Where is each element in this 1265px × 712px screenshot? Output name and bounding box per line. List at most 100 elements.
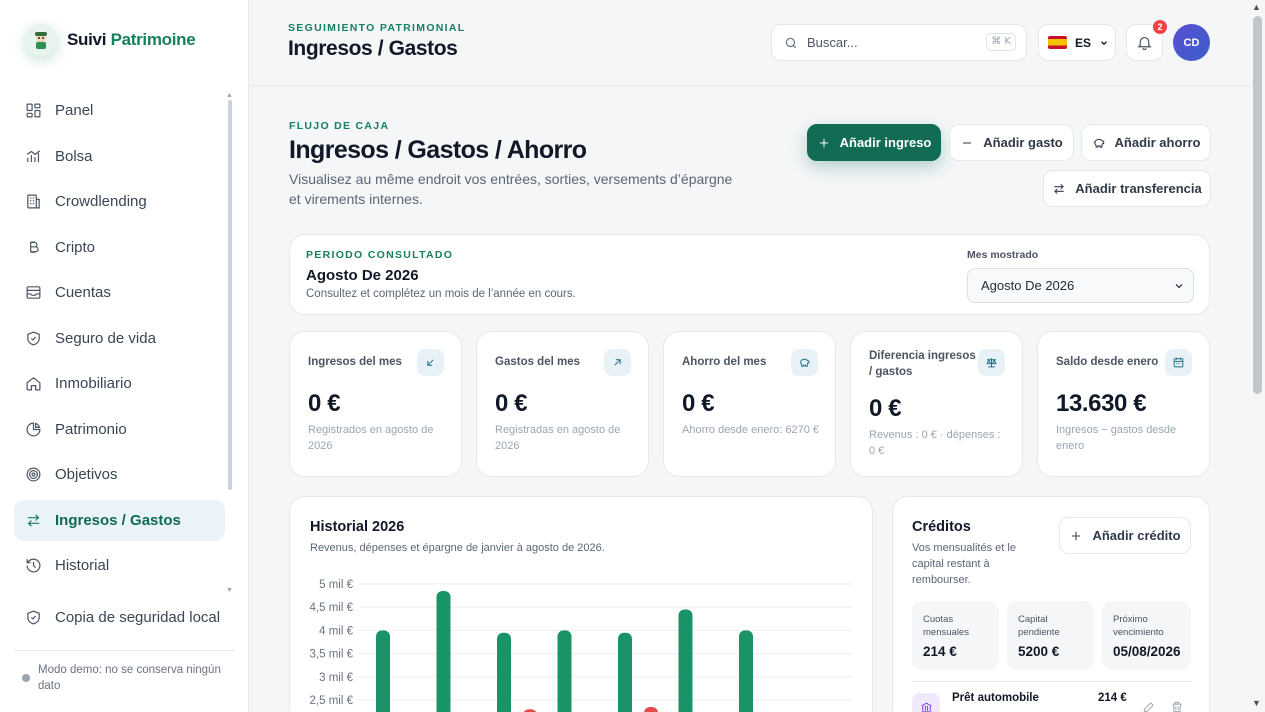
- sidebar-item-ingresos-gastos[interactable]: Ingresos / Gastos: [14, 499, 225, 541]
- add-saving-button[interactable]: Añadir ahorro: [1081, 124, 1211, 161]
- add-expense-button[interactable]: Añadir gasto: [949, 124, 1074, 161]
- bar-ingresos[interactable]: [678, 609, 693, 712]
- trash-icon[interactable]: [1170, 700, 1184, 712]
- period-card: PERIODO CONSULTADO Agosto De 2026 Consul…: [289, 234, 1210, 315]
- sidebar-item-inmobiliario[interactable]: Inmobiliario: [14, 363, 225, 404]
- kpi-value: 0 €: [495, 390, 528, 417]
- search-icon: [785, 37, 797, 48]
- sidebar: Suivi Patrimoine Panel Bolsa Crowdlendin…: [0, 0, 249, 712]
- sidebar-item-bolsa[interactable]: Bolsa: [14, 136, 225, 177]
- sidebar-item-patrimonio[interactable]: Patrimonio: [14, 409, 225, 450]
- sidebar-item-cripto[interactable]: Cripto: [14, 227, 225, 268]
- kpi-label: Ingresos del mes: [308, 356, 402, 368]
- notifications-button[interactable]: 2: [1126, 20, 1167, 61]
- edit-icon[interactable]: [1142, 700, 1156, 712]
- history-subtitle: Revenus, dépenses et épargne de janvier …: [310, 542, 605, 554]
- sidebar-scroll-up-icon[interactable]: ▲: [226, 92, 233, 99]
- chevron-down-icon: [1101, 40, 1107, 45]
- bar-ingresos[interactable]: [376, 630, 390, 712]
- bar-ingresos[interactable]: [739, 630, 753, 712]
- sidebar-item-seguro-de-vida[interactable]: Seguro de vida: [14, 318, 225, 359]
- month-select[interactable]: Agosto De 2026: [967, 268, 1194, 303]
- kpi-subtext: Revenus : 0 € · dépenses : 0 €: [869, 429, 1001, 457]
- bank-icon: [912, 693, 940, 712]
- language-code: ES: [1075, 35, 1092, 50]
- sidebar-scrollbar[interactable]: [228, 100, 232, 490]
- y-tick-label: 3,5 mil €: [310, 649, 354, 661]
- sidebar-item-label: Historial: [55, 557, 110, 574]
- top-header: SEGUIMIENTO PATRIMONIAL Ingresos / Gasto…: [249, 0, 1250, 86]
- kpi-card-difference: Diferencia ingresos / gastos 0 € Revenus…: [850, 331, 1023, 477]
- sidebar-item-historial[interactable]: Historial: [14, 545, 225, 586]
- scale-icon: [978, 349, 1005, 376]
- sidebar-item-cuentas[interactable]: Cuentas: [14, 272, 225, 313]
- sidebar-item-panel[interactable]: Panel: [14, 90, 225, 131]
- bar-ingresos[interactable]: [557, 630, 572, 712]
- kpi-value: 0 €: [308, 390, 341, 417]
- arrow-up-right-icon: [604, 349, 631, 376]
- divider: [912, 681, 1192, 682]
- kpi-card-expenses: Gastos del mes 0 € Registradas en agosto…: [476, 331, 649, 477]
- pie-chart-icon: [26, 422, 41, 436]
- kpi-value: 13.630 €: [1056, 390, 1147, 417]
- bar-ingresos[interactable]: [618, 632, 632, 712]
- sidebar-item-label: Cuentas: [55, 284, 111, 301]
- sidebar-item-backup[interactable]: Copia de seguridad local: [14, 597, 225, 638]
- bar-ingresos[interactable]: [436, 590, 451, 712]
- dashboard-icon: [26, 103, 41, 118]
- add-transfer-button[interactable]: Añadir transferencia: [1043, 170, 1211, 207]
- building-icon: [27, 194, 40, 209]
- kpi-card-savings: Ahorro del mes 0 € Ahorro desde enero: 6…: [663, 331, 836, 477]
- section-description: Visualisez au même endroit vos entrées, …: [289, 171, 733, 207]
- credit-stat-capital: Capital pendiente 5200 €: [1007, 601, 1094, 670]
- kpi-label: Diferencia ingresos / gastos: [869, 350, 976, 378]
- y-tick-label: 2,5 mil €: [310, 695, 354, 707]
- sidebar-item-label: Inmobiliario: [55, 375, 132, 392]
- history-card: Historial 2026 Revenus, dépenses et épar…: [289, 496, 873, 712]
- calendar-icon: [1165, 349, 1192, 376]
- shield-check-icon: [27, 610, 40, 625]
- sidebar-nav: Panel Bolsa Crowdlending Cripto Cuentas …: [14, 90, 225, 591]
- home-icon: [26, 377, 41, 391]
- kpi-card-balance: Saldo desde enero 13.630 € Ingresos − ga…: [1037, 331, 1210, 477]
- sidebar-item-label: Seguro de vida: [55, 329, 156, 347]
- month-select-label: Mes mostrado: [967, 249, 1039, 261]
- stat-label: Cuotas mensuales: [923, 614, 969, 638]
- search-input[interactable]: [807, 35, 977, 50]
- history-title: Historial 2026: [310, 519, 405, 535]
- language-selector[interactable]: ES: [1038, 24, 1116, 61]
- page-title: Ingresos / Gastos: [288, 37, 458, 60]
- sidebar-item-label: Bolsa: [55, 147, 93, 165]
- kpi-label: Gastos del mes: [495, 356, 581, 368]
- button-label: Añadir transferencia: [1075, 181, 1202, 196]
- transfer-arrows-icon: [1054, 183, 1065, 194]
- add-income-button[interactable]: Añadir ingreso: [807, 124, 941, 161]
- scroll-up-icon[interactable]: ▲: [1252, 2, 1261, 12]
- page-scrollbar-thumb[interactable]: [1253, 16, 1262, 394]
- bell-icon: [1137, 36, 1152, 51]
- add-credit-button[interactable]: Añadir crédito: [1059, 517, 1191, 554]
- transfer-arrows-icon: [27, 513, 40, 527]
- brand[interactable]: Suivi Patrimoine: [25, 24, 196, 56]
- kpi-label: Saldo desde enero: [1056, 356, 1159, 368]
- keyboard-shortcut: ⌘ K: [986, 33, 1016, 51]
- sidebar-item-crowdlending[interactable]: Crowdlending: [14, 181, 225, 222]
- plus-icon: [1072, 531, 1081, 540]
- sidebar-item-objetivos[interactable]: Objetivos: [14, 454, 225, 495]
- bar-ingresos[interactable]: [497, 632, 511, 712]
- credit-stat-next-due: Próximo vencimiento 05/08/2026: [1102, 601, 1191, 670]
- wallet-icon: [26, 286, 41, 299]
- credits-subtitle: Vos mensualités et le capital restant à …: [912, 542, 1016, 586]
- bar-gastos[interactable]: [644, 706, 658, 712]
- loan-amount: 214 €: [1098, 692, 1127, 704]
- sidebar-item-label: Objetivos: [55, 466, 118, 483]
- demo-note: Modo demo: no se conserva ningún dato: [38, 664, 221, 692]
- y-tick-label: 4,5 mil €: [310, 602, 354, 614]
- search-box[interactable]: ⌘ K: [771, 24, 1027, 61]
- avatar[interactable]: CD: [1173, 24, 1210, 61]
- credit-stat-monthly: Cuotas mensuales 214 €: [912, 601, 999, 670]
- scroll-down-icon[interactable]: ▼: [1252, 698, 1261, 708]
- sidebar-item-label: Panel: [55, 102, 94, 119]
- sidebar-scroll-down-icon[interactable]: ▼: [226, 587, 233, 594]
- period-eyebrow: PERIODO CONSULTADO: [306, 249, 454, 261]
